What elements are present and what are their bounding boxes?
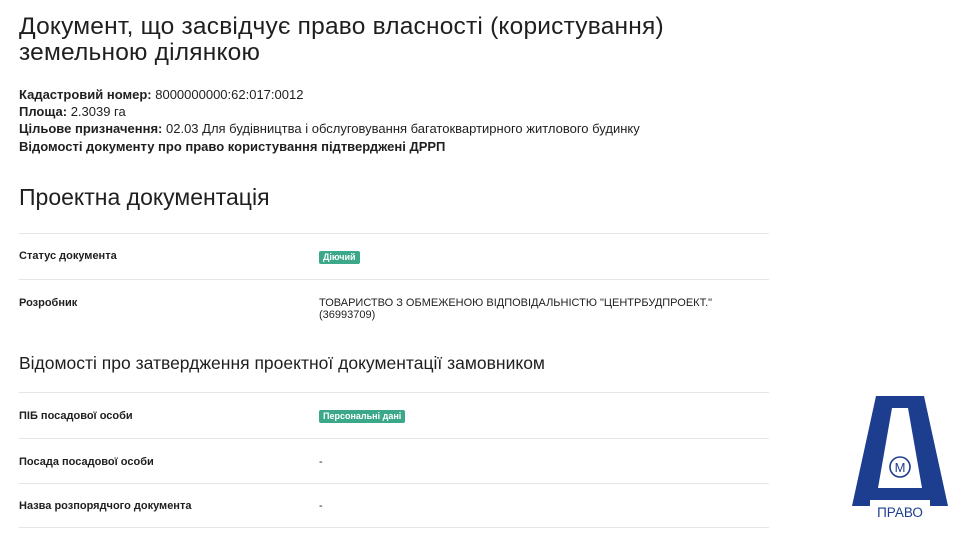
area-label: Площа:	[19, 104, 68, 119]
developer-label: Розробник	[19, 297, 78, 309]
official-position-label: Посада посадової особи	[19, 456, 154, 468]
area-value: 2.3039 га	[70, 104, 126, 119]
purpose-row: Цільове призначення: 02.03 Для будівницт…	[19, 120, 819, 137]
drrp-note-text: Відомості документу про право користуван…	[19, 139, 446, 154]
divider	[19, 483, 769, 484]
divider	[19, 233, 769, 234]
status-badge: Діючий	[319, 251, 360, 264]
approval-title: Відомості про затвердження проектної док…	[19, 353, 545, 373]
divider	[19, 279, 769, 280]
order-name-label: Назва розпорядчого документа	[19, 500, 192, 512]
divider	[19, 527, 769, 528]
official-position-value: -	[319, 456, 323, 468]
pravo-logo: М ПРАВО	[852, 396, 948, 520]
logo-letter: М	[895, 460, 906, 475]
developer-value: ТОВАРИСТВО З ОБМЕЖЕНОЮ ВІДПОВІДАЛЬНІСТЮ …	[319, 297, 713, 321]
logo-text: ПРАВО	[877, 505, 923, 520]
purpose-label: Цільове призначення:	[19, 121, 163, 136]
order-name-value: -	[319, 500, 323, 512]
official-name-label: ПІБ посадової особи	[19, 410, 133, 422]
cadastral-number-row: Кадастровий номер: 8000000000:62:017:001…	[19, 86, 819, 103]
drrp-note: Відомості документу про право користуван…	[19, 138, 819, 155]
divider	[19, 438, 769, 439]
purpose-value: 02.03 Для будівництва і обслуговування б…	[166, 121, 640, 136]
status-label: Статус документа	[19, 250, 117, 262]
personal-data-badge: Персональні дані	[319, 410, 406, 423]
divider	[19, 392, 769, 393]
project-docs-title: Проектна документація	[19, 184, 270, 210]
cadastral-number-label: Кадастровий номер:	[19, 87, 152, 102]
area-row: Площа: 2.3039 га	[19, 103, 819, 120]
document-title: Документ, що засвідчує право власності (…	[19, 13, 664, 66]
cadastral-number-value: 8000000000:62:017:0012	[155, 87, 304, 102]
